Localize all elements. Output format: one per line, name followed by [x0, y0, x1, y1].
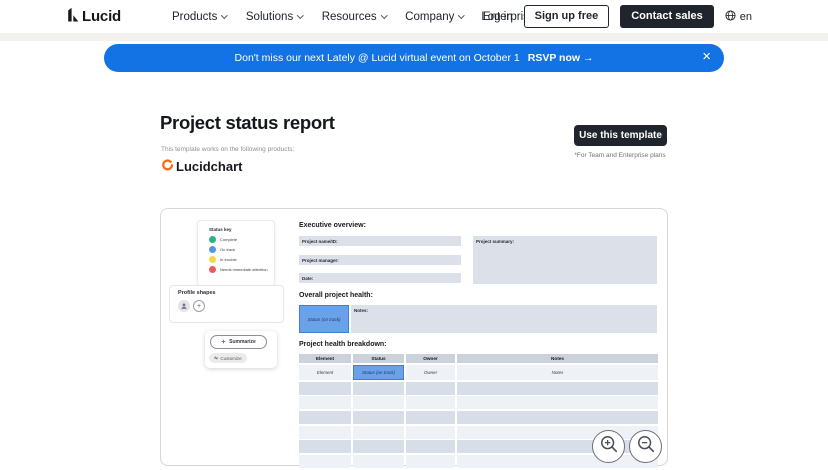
summarize-button: Summarize: [210, 335, 267, 349]
status-dot-complete: [209, 236, 216, 243]
add-shape-icon: +: [193, 300, 205, 312]
language-code: en: [740, 11, 752, 23]
table-row: [299, 396, 658, 409]
profile-shapes-panel: Profile shapes +: [169, 285, 284, 323]
nav-item-company[interactable]: Company: [405, 11, 464, 23]
sign-up-free-button[interactable]: Sign up free: [524, 5, 610, 28]
chevron-down-icon: [381, 12, 387, 18]
project-manager-field: Project manager:: [299, 255, 461, 265]
table-row: [299, 411, 658, 424]
project-name-field: Project name/ID:: [299, 236, 461, 246]
status-key-item: Needs immediate attention: [209, 266, 274, 273]
promo-banner: Don't miss our next Lately @ Lucid virtu…: [104, 44, 724, 72]
overall-status-box: Status (on track): [299, 305, 349, 333]
globe-icon: [725, 10, 736, 24]
header-divider-strip: [0, 33, 828, 41]
lucidchart-icon: [161, 159, 173, 174]
page-title: Project status report: [160, 112, 335, 134]
zoom-in-button[interactable]: [592, 430, 625, 463]
lucidchart-logo-text: Lucidchart: [176, 159, 242, 174]
lucidchart-logo[interactable]: Lucidchart: [161, 159, 242, 174]
breakdown-header-row: Element Status Owner Notes: [299, 354, 658, 363]
products-note: This template works on the following pro…: [161, 146, 294, 153]
customize-button: Customize: [209, 353, 247, 363]
status-key-item: In trouble: [209, 256, 274, 263]
column-header: Element: [299, 354, 351, 363]
nav-item-solutions[interactable]: Solutions: [246, 11, 303, 23]
lucid-logo-text: Lucid: [82, 8, 121, 25]
avatar-icon: [178, 300, 190, 312]
status-key-item: On track: [209, 246, 274, 253]
cell-notes: Notes: [457, 365, 658, 380]
date-field: Date:: [299, 273, 461, 283]
status-dot-in-trouble: [209, 256, 216, 263]
nav-item-resources[interactable]: Resources: [322, 11, 386, 23]
status-dot-needs-attention: [209, 266, 216, 273]
breakdown-example-row: Element Status (on track) Owner Notes: [299, 365, 658, 380]
profile-shapes-title: Profile shapes: [178, 290, 283, 296]
sparkle-icon: [221, 339, 226, 346]
overall-notes-box: Notes:: [351, 305, 657, 333]
cell-status: Status (on track): [353, 365, 404, 380]
status-key-item: Complete: [209, 236, 274, 243]
rsvp-now-link[interactable]: RSVP now →: [528, 52, 594, 64]
breakdown-title: Project health breakdown:: [299, 341, 387, 348]
overall-health-title: Overall project health:: [299, 292, 373, 299]
table-row: [299, 382, 658, 395]
top-navigation: Lucid Products Solutions Resources Compa…: [0, 0, 828, 33]
zoom-out-icon: [636, 434, 656, 459]
project-summary-box: Project summary:: [473, 236, 657, 284]
column-header: Status: [353, 354, 404, 363]
cell-element: Element: [299, 365, 351, 380]
zoom-in-icon: [599, 434, 619, 459]
status-key-panel: Status key Complete On track In trouble …: [197, 220, 275, 287]
executive-overview-title: Executive overview:: [299, 222, 366, 229]
nav-item-products[interactable]: Products: [172, 11, 227, 23]
cell-owner: Owner: [406, 365, 455, 380]
log-in-link[interactable]: Log in: [481, 11, 512, 23]
chevron-down-icon: [221, 12, 227, 18]
chevron-down-icon: [458, 12, 464, 18]
lucid-logo[interactable]: Lucid: [66, 7, 121, 26]
nav-actions: Log in Sign up free Contact sales en: [481, 0, 752, 33]
column-header: Notes: [457, 354, 658, 363]
banner-message: Don't miss our next Lately @ Lucid virtu…: [235, 52, 520, 64]
status-dot-on-track: [209, 246, 216, 253]
use-this-template-button[interactable]: Use this template: [574, 125, 667, 146]
lucid-logo-icon: [66, 7, 79, 26]
contact-sales-button[interactable]: Contact sales: [620, 5, 714, 28]
close-icon[interactable]: ×: [702, 48, 711, 66]
sliders-icon: [214, 356, 218, 361]
template-preview-canvas: Status key Complete On track In trouble …: [160, 208, 668, 466]
status-key-title: Status key: [209, 227, 274, 232]
column-header: Owner: [406, 354, 455, 363]
ai-popup: Summarize Customize: [205, 331, 277, 368]
language-selector[interactable]: en: [725, 10, 752, 24]
chevron-down-icon: [297, 12, 303, 18]
plans-note: *For Team and Enterprise plans: [570, 152, 670, 159]
zoom-out-button[interactable]: [629, 430, 662, 463]
